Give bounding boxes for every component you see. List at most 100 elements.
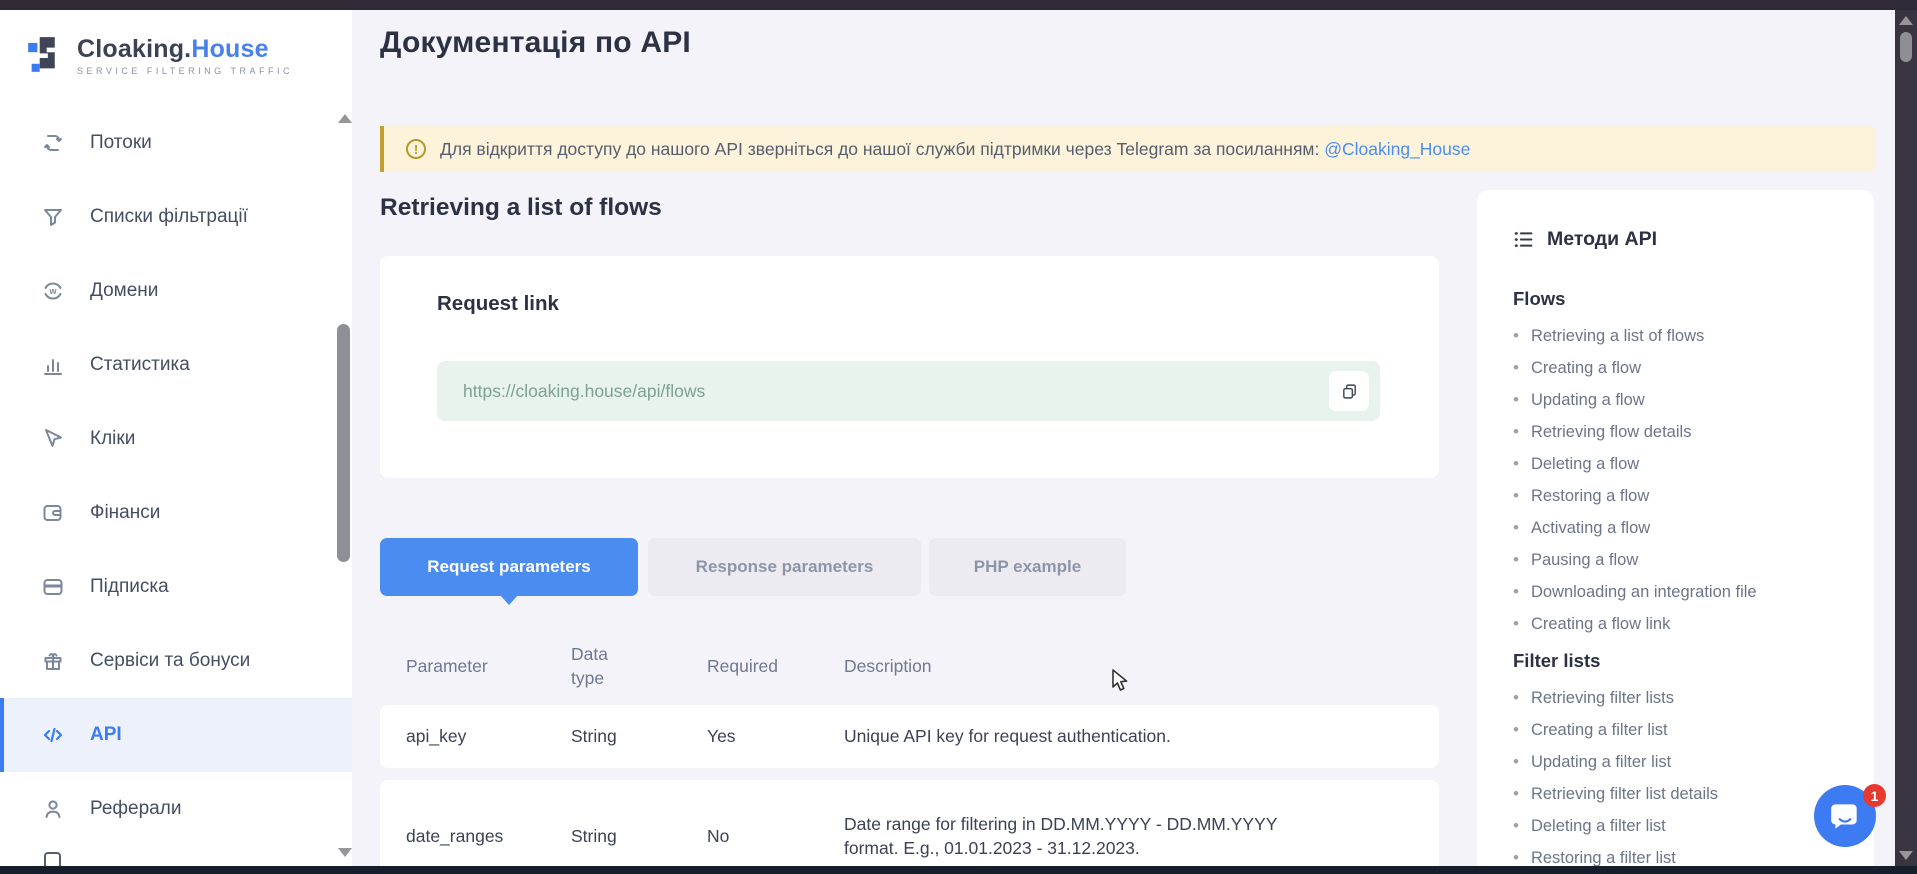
method-link[interactable]: •Updating a flow: [1513, 384, 1874, 416]
table-row: api_key String Yes Unique API key for re…: [380, 705, 1439, 768]
banner-text: Для відкриття доступу до нашого API звер…: [440, 139, 1470, 160]
flows-method-list: •Retrieving a list of flows •Creating a …: [1513, 320, 1874, 640]
chat-bubble-icon: [1828, 799, 1862, 833]
sidebar-item-clicks[interactable]: Кліки: [0, 402, 352, 476]
api-methods-header: Методи API: [1513, 226, 1874, 252]
credit-card-icon: [41, 575, 65, 599]
sidebar-nav: Потоки Списки фільтрації w Домени: [0, 106, 352, 846]
sidebar-item-label: Статистика: [90, 354, 190, 376]
cell-description: Unique API key for request authenticatio…: [844, 724, 1294, 749]
warning-icon: !: [406, 139, 426, 159]
sidebar-item-subscription[interactable]: Підписка: [0, 550, 352, 624]
method-link[interactable]: •Deleting a flow: [1513, 448, 1874, 480]
cell-data-type: String: [571, 726, 707, 747]
method-link[interactable]: •Creating a flow: [1513, 352, 1874, 384]
cell-required: No: [707, 826, 844, 847]
table-header-row: Parameter Data type Required Description: [380, 630, 1439, 702]
sidebar-item-partial-icon: [44, 852, 61, 866]
api-methods-panel: Методи API Flows •Retrieving a list of f…: [1477, 190, 1874, 874]
methods-section-filter-lists: Filter lists: [1513, 650, 1874, 670]
column-header-required: Required: [707, 656, 844, 677]
sidebar-item-label: API: [90, 724, 122, 746]
window-bottom-edge: [0, 866, 1917, 874]
method-link[interactable]: •Retrieving flow details: [1513, 416, 1874, 448]
sidebar-item-api[interactable]: API: [0, 698, 352, 772]
sidebar-item-statistics[interactable]: Статистика: [0, 328, 352, 402]
active-tab-pointer: [500, 595, 518, 605]
sidebar-item-label: Фінанси: [90, 502, 160, 524]
cell-data-type: String: [571, 826, 707, 847]
method-link[interactable]: •Updating a filter list: [1513, 746, 1874, 778]
tab-php-example[interactable]: PHP example: [929, 538, 1126, 596]
brand-tagline: SERVICE FILTERING TRAFFIC: [77, 66, 293, 76]
sidebar-item-label: Реферали: [90, 798, 181, 820]
sidebar-item-label: Потоки: [90, 132, 152, 154]
tab-request-parameters[interactable]: Request parameters: [380, 538, 638, 596]
info-banner: ! Для відкриття доступу до нашого API зв…: [380, 126, 1875, 172]
sidebar: Cloaking.House SERVICE FILTERING TRAFFIC…: [0, 10, 352, 866]
sidebar-item-label: Списки фільтрації: [90, 206, 248, 228]
methods-section-flows: Flows: [1513, 288, 1874, 308]
page-title: Документація по API: [380, 26, 691, 60]
method-link[interactable]: •Restoring a flow: [1513, 480, 1874, 512]
method-link[interactable]: •Activating a flow: [1513, 512, 1874, 544]
sidebar-item-label: Домени: [90, 280, 158, 302]
logo[interactable]: Cloaking.House SERVICE FILTERING TRAFFIC: [0, 10, 352, 78]
tab-response-parameters[interactable]: Response parameters: [648, 538, 921, 596]
person-icon: [41, 797, 65, 821]
flows-icon: [41, 131, 65, 155]
brand-name: Cloaking.House: [77, 35, 269, 63]
method-link[interactable]: •Creating a filter list: [1513, 714, 1874, 746]
scroll-up-arrow-icon[interactable]: [1899, 16, 1913, 25]
filter-lists-method-list: •Retrieving filter lists •Creating a fil…: [1513, 682, 1874, 874]
method-link[interactable]: •Pausing a flow: [1513, 544, 1874, 576]
sidebar-item-label: Кліки: [90, 428, 135, 450]
scroll-down-arrow-icon[interactable]: [1899, 851, 1913, 860]
domains-icon: w: [41, 279, 65, 303]
svg-text:w: w: [48, 286, 57, 296]
clicks-icon: [41, 427, 65, 451]
window-scrollbar[interactable]: [1895, 10, 1917, 866]
sidebar-item-referrals[interactable]: Реферали: [0, 772, 352, 846]
statistics-icon: [41, 353, 65, 377]
sidebar-item-label: Підписка: [90, 576, 169, 598]
column-header-description: Description: [844, 656, 1439, 677]
sidebar-scroll-up-arrow-icon[interactable]: [338, 114, 352, 123]
method-link[interactable]: •Retrieving a list of flows: [1513, 320, 1874, 352]
copy-button[interactable]: [1329, 371, 1369, 411]
filter-icon: [41, 205, 65, 229]
section-title: Retrieving a list of flows: [380, 194, 662, 222]
cell-required: Yes: [707, 726, 844, 747]
sidebar-item-services-bonuses[interactable]: Сервіси та бонуси: [0, 624, 352, 698]
sidebar-item-finances[interactable]: Фінанси: [0, 476, 352, 550]
request-url-field[interactable]: https://cloaking.house/api/flows: [437, 361, 1380, 421]
request-url-value: https://cloaking.house/api/flows: [437, 381, 705, 402]
api-code-icon: [41, 723, 65, 747]
sidebar-scroll-down-arrow-icon[interactable]: [338, 848, 352, 857]
sidebar-item-label: Сервіси та бонуси: [90, 650, 250, 672]
copy-icon: [1341, 383, 1358, 400]
sidebar-scrollbar-thumb[interactable]: [337, 324, 350, 562]
chat-notification-badge: 1: [1863, 784, 1886, 807]
cell-parameter: date_ranges: [406, 826, 571, 847]
method-link[interactable]: •Creating a flow link: [1513, 608, 1874, 640]
window-scrollbar-thumb[interactable]: [1900, 32, 1912, 62]
finances-icon: [41, 501, 65, 525]
api-methods-title: Методи API: [1547, 228, 1657, 251]
sidebar-item-filter-lists[interactable]: Списки фільтрації: [0, 180, 352, 254]
sidebar-item-domains[interactable]: w Домени: [0, 254, 352, 328]
table-row: date_ranges String No Date range for fil…: [380, 780, 1439, 866]
cell-parameter: api_key: [406, 726, 571, 747]
column-header-data-type: Data type: [571, 642, 623, 691]
column-header-parameter: Parameter: [406, 656, 571, 677]
list-icon: [1513, 229, 1534, 250]
sidebar-item-flows[interactable]: Потоки: [0, 106, 352, 180]
method-link[interactable]: •Downloading an integration file: [1513, 576, 1874, 608]
telegram-link[interactable]: @Cloaking_House: [1324, 139, 1470, 159]
request-link-card: Request link https://cloaking.house/api/…: [380, 256, 1439, 478]
gift-icon: [41, 649, 65, 673]
request-link-title: Request link: [437, 292, 559, 316]
cloaking-house-logo-icon: [27, 36, 64, 78]
method-link[interactable]: •Retrieving filter lists: [1513, 682, 1874, 714]
window-top-edge: [0, 0, 1917, 10]
